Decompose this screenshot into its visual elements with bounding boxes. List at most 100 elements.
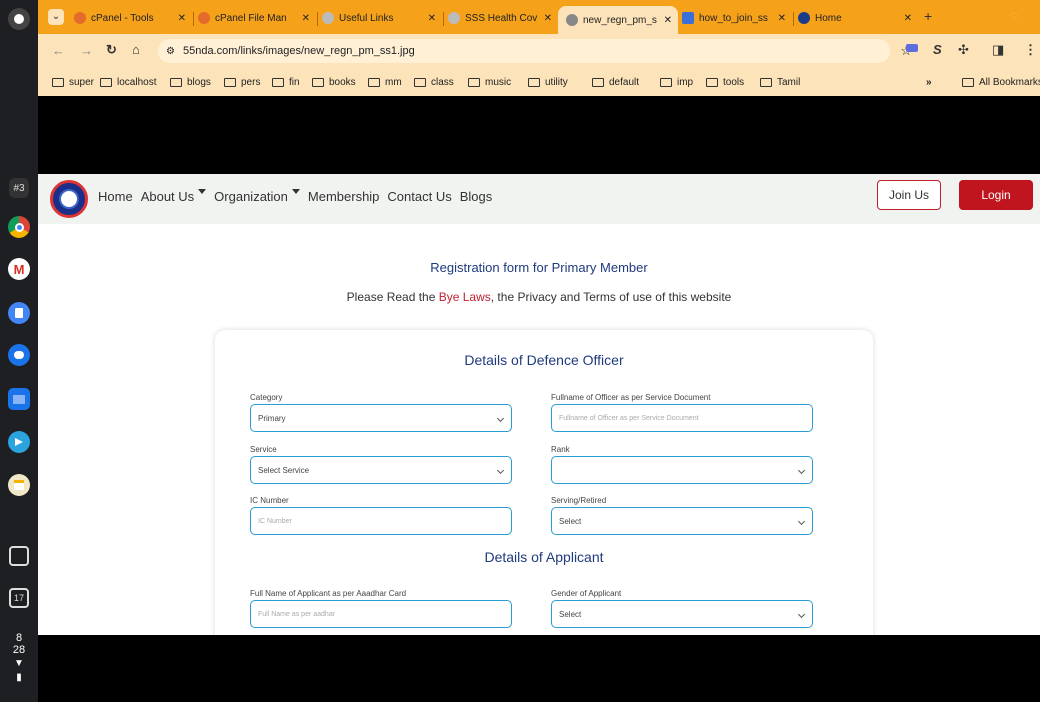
messages-icon[interactable] xyxy=(8,344,30,366)
nav-organization[interactable]: Organization xyxy=(214,189,288,204)
join-us-button[interactable]: Join Us xyxy=(877,180,941,210)
form-subtitle: Please Read the Bye Laws, the Privacy an… xyxy=(38,290,1040,304)
rank-label: Rank xyxy=(551,445,570,454)
cpanel-favicon xyxy=(74,12,86,24)
login-button[interactable]: Login xyxy=(959,180,1033,210)
rank-select[interactable] xyxy=(551,456,813,484)
tab-sss-health[interactable]: SSS Health Cov ✕ xyxy=(448,6,558,30)
reload-icon[interactable]: ↻ xyxy=(106,42,117,58)
folder-icon xyxy=(100,78,112,87)
tab-how-to-join[interactable]: how_to_join_ss ✕ xyxy=(682,6,792,30)
bookmark-label: mm xyxy=(385,77,402,88)
globe-favicon xyxy=(448,12,460,24)
fullname-officer-label: Fullname of Officer as per Service Docum… xyxy=(551,393,711,402)
more-bookmarks-icon[interactable]: » xyxy=(926,77,932,88)
close-icon[interactable]: ✕ xyxy=(544,13,552,24)
serving-retired-select[interactable]: Select xyxy=(551,507,813,535)
tab-new-regn-active[interactable]: new_regn_pm_s ✕ xyxy=(558,6,678,34)
launcher-icon[interactable] xyxy=(8,8,30,30)
bookmark-folder-utility[interactable]: utility xyxy=(528,77,568,88)
bookmark-folder-fin[interactable]: fin xyxy=(272,77,300,88)
service-value: Select Service xyxy=(258,465,310,475)
new-tab-button[interactable]: + xyxy=(924,8,932,24)
side-panel-icon[interactable]: ◨ xyxy=(992,42,1004,58)
tab-cpanel-file-manager[interactable]: cPanel File Man ✕ xyxy=(198,6,316,30)
tab-cpanel-tools[interactable]: cPanel - Tools ✕ xyxy=(74,6,192,30)
extensions-puzzle-icon[interactable]: ✣ xyxy=(958,42,969,58)
forward-icon[interactable]: → xyxy=(80,43,93,58)
chevron-down-icon[interactable] xyxy=(291,189,300,194)
chrome-icon[interactable] xyxy=(8,216,30,238)
bookmark-folder-localhost[interactable]: localhost xyxy=(100,77,156,88)
tab-search-icon[interactable]: ⌄ xyxy=(48,9,64,25)
bookmark-label: fin xyxy=(289,77,300,88)
close-icon[interactable]: ✕ xyxy=(664,15,672,26)
bookmark-folder-pers[interactable]: pers xyxy=(224,77,260,88)
battery-icon: ▮ xyxy=(16,672,22,683)
folder-icon xyxy=(170,78,182,87)
extension-s-icon[interactable]: S xyxy=(933,42,942,57)
tab-useful-links[interactable]: Useful Links ✕ xyxy=(322,6,442,30)
gender-select[interactable]: Select xyxy=(551,600,813,628)
nav-contact-us[interactable]: Contact Us xyxy=(387,189,451,204)
all-bookmarks-folder[interactable]: All Bookmarks xyxy=(962,77,1040,88)
bookmark-folder-tamil[interactable]: Tamil xyxy=(760,77,800,88)
ic-number-label: IC Number xyxy=(250,496,289,505)
address-bar[interactable]: ⚙ 55nda.com/links/images/new_regn_pm_ss1… xyxy=(158,39,912,63)
bookmark-folder-tools[interactable]: tools xyxy=(706,77,744,88)
bye-laws-link[interactable]: Bye Laws xyxy=(439,290,491,304)
close-icon[interactable]: ✕ xyxy=(428,13,436,24)
window-controls-icon[interactable]: ◌ xyxy=(1010,8,1017,22)
close-icon[interactable]: ✕ xyxy=(778,13,786,24)
bookmark-label: utility xyxy=(545,77,568,88)
tab-home[interactable]: Home ✕ xyxy=(798,6,918,30)
bookmark-folder-default[interactable]: default xyxy=(592,77,639,88)
bookmark-folder-music[interactable]: music xyxy=(468,77,511,88)
close-icon[interactable]: ✕ xyxy=(178,13,186,24)
close-icon[interactable]: ✕ xyxy=(302,13,310,24)
extension-icon[interactable] xyxy=(906,44,918,52)
ic-number-input[interactable]: IC Number xyxy=(250,507,512,535)
bookmark-folder-books[interactable]: books xyxy=(312,77,356,88)
nav-home[interactable]: Home xyxy=(98,189,133,204)
chevron-down-icon xyxy=(496,414,505,423)
site-info-icon[interactable]: ⚙ xyxy=(166,46,175,57)
service-label: Service xyxy=(250,445,277,454)
fullname-officer-input[interactable]: Fullname of Officer as per Service Docum… xyxy=(551,404,813,432)
site-logo[interactable] xyxy=(50,180,88,218)
chevron-down-icon xyxy=(797,466,806,475)
bookmark-folder-mm[interactable]: mm xyxy=(368,77,402,88)
nav-membership[interactable]: Membership xyxy=(308,189,380,204)
bookmark-folder-class[interactable]: class xyxy=(414,77,454,88)
bookmark-folder-super[interactable]: super xyxy=(52,77,94,88)
folder-icon xyxy=(706,78,718,87)
workspace-badge[interactable]: #3 xyxy=(9,178,29,198)
files-icon[interactable] xyxy=(8,388,30,410)
applicant-name-label: Full Name of Applicant as per Aaadhar Ca… xyxy=(250,589,407,598)
telegram-icon[interactable] xyxy=(8,431,30,453)
nav-about-us[interactable]: About Us xyxy=(141,189,194,204)
bookmarks-bar: super localhost blogs pers fin books mm … xyxy=(38,70,1040,96)
close-icon[interactable]: ✕ xyxy=(904,13,912,24)
tab-title: cPanel File Man xyxy=(215,12,287,24)
service-select[interactable]: Select Service xyxy=(250,456,512,484)
bookmark-label: All Bookmarks xyxy=(979,77,1040,88)
gmail-icon[interactable]: M xyxy=(8,258,30,280)
bookmark-folder-imp[interactable]: imp xyxy=(660,77,693,88)
applicant-name-input[interactable]: Full Name as per aadhar xyxy=(250,600,512,628)
nav-blogs[interactable]: Blogs xyxy=(460,189,493,204)
phone-hub-icon[interactable] xyxy=(9,546,29,566)
nav-links: Home About Us Organization Membership Co… xyxy=(98,189,500,204)
calendar-icon[interactable]: 17 xyxy=(9,588,29,608)
chevron-down-icon xyxy=(496,466,505,475)
bookmark-label: Tamil xyxy=(777,77,801,88)
folder-icon xyxy=(368,78,380,87)
chevron-down-icon[interactable] xyxy=(198,189,207,194)
bookmark-folder-blogs[interactable]: blogs xyxy=(170,77,211,88)
back-icon[interactable]: ← xyxy=(52,43,65,58)
home-icon[interactable]: ⌂ xyxy=(132,42,140,57)
menu-icon[interactable]: ⋮ xyxy=(1024,42,1037,58)
notes-icon[interactable] xyxy=(8,474,30,496)
category-select[interactable]: Primary xyxy=(250,404,512,432)
docs-icon[interactable] xyxy=(8,302,30,324)
